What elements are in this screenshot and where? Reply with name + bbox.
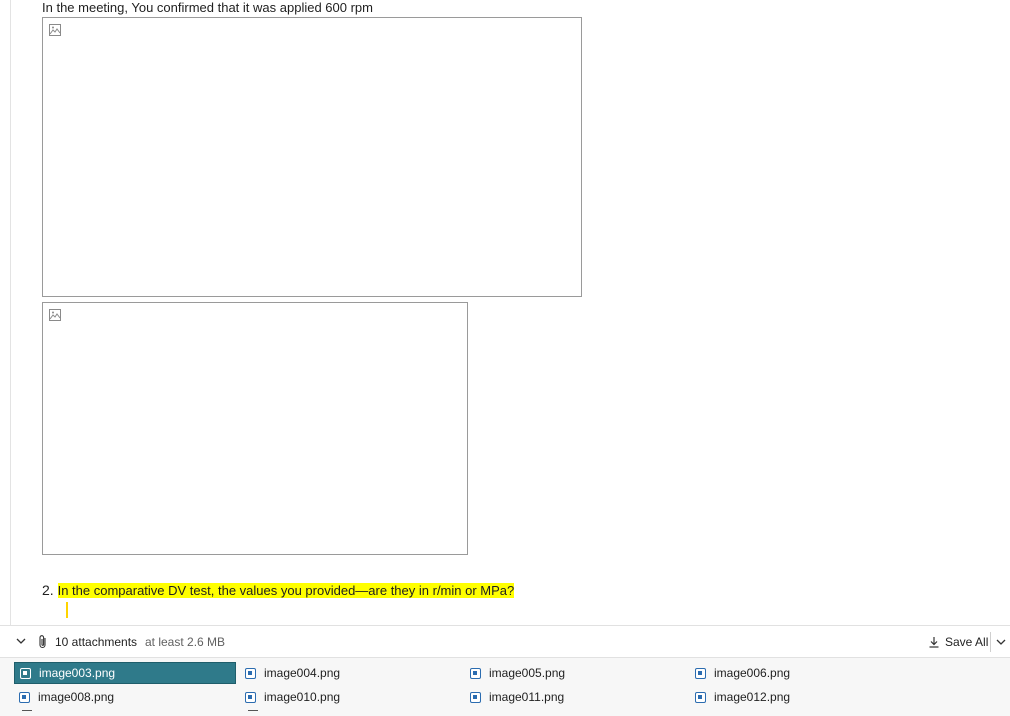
attachment-count: 10 attachments <box>55 635 138 649</box>
download-icon <box>929 637 939 648</box>
image-file-icon <box>470 667 481 679</box>
chevron-down-icon[interactable] <box>996 637 1006 647</box>
attachments-header: 10 attachments at least 2.6 MB Save All <box>0 625 1010 658</box>
image-file-icon <box>695 667 706 679</box>
attachment-filename: image011.png <box>489 690 565 704</box>
image-file-icon <box>245 667 256 679</box>
attachment-item[interactable]: image011.png <box>465 686 687 708</box>
question-number: 2. <box>42 582 54 598</box>
attachment-list: image003.png image004.png image005.png i… <box>0 657 1010 716</box>
attachment-item[interactable]: image003.png <box>14 662 236 684</box>
attachment-filename: image006.png <box>714 666 791 680</box>
chevron-down-icon[interactable] <box>16 636 26 646</box>
message-intro-text: In the meeting, You confirmed that it wa… <box>42 0 373 15</box>
broken-image-icon <box>49 24 61 36</box>
text-cursor <box>66 602 68 618</box>
embedded-image-placeholder-1[interactable] <box>42 17 582 297</box>
attachment-filename: image004.png <box>264 666 341 680</box>
attachment-filename: image003.png <box>39 666 116 680</box>
image-file-icon <box>245 691 256 703</box>
attachment-item[interactable]: image012.png <box>690 686 912 708</box>
save-all-button[interactable]: Save All <box>928 632 988 652</box>
save-all-label: Save All <box>945 635 989 649</box>
attachment-filename: image012.png <box>714 690 791 704</box>
save-all-divider <box>990 632 991 652</box>
broken-image-icon <box>49 309 61 321</box>
attachment-item-partial[interactable] <box>248 710 258 716</box>
attachment-filename: image010.png <box>264 690 341 704</box>
attachment-item[interactable]: image010.png <box>240 686 462 708</box>
paperclip-icon <box>39 635 46 649</box>
image-file-icon <box>695 691 706 703</box>
image-file-icon <box>470 691 481 703</box>
attachment-item[interactable]: image006.png <box>690 662 912 684</box>
attachment-item-partial[interactable] <box>22 710 32 716</box>
attachment-item[interactable]: image004.png <box>240 662 462 684</box>
question-paragraph: 2. In the comparative DV test, the value… <box>42 580 515 601</box>
attachment-item[interactable]: image008.png <box>14 686 236 708</box>
embedded-image-placeholder-2[interactable] <box>42 302 468 555</box>
highlighted-question-text: In the comparative DV test, the values y… <box>57 583 515 598</box>
attachment-filename: image008.png <box>38 690 115 704</box>
attachment-item[interactable]: image005.png <box>465 662 687 684</box>
image-file-icon <box>19 691 30 703</box>
image-file-icon <box>20 667 31 679</box>
attachment-size: at least 2.6 MB <box>145 635 226 649</box>
message-left-border <box>10 0 11 625</box>
attachment-filename: image005.png <box>489 666 566 680</box>
